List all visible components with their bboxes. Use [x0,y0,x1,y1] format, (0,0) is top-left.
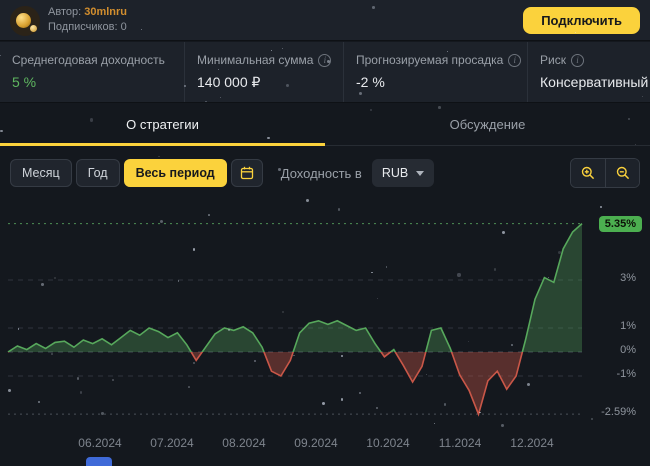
currency-value: RUB [381,166,409,180]
y-tick-label: 0% [620,344,636,356]
tab-discussion[interactable]: Обсуждение [325,103,650,145]
info-icon[interactable] [570,54,584,67]
y-tick-label: -1% [616,368,636,380]
currency-dropdown[interactable]: RUB [371,159,435,187]
zoom-group [570,158,640,188]
x-tick-label: 09.2024 [294,436,338,450]
x-tick-label: 10.2024 [366,436,410,450]
stat-avg-yield: Среднегодовая доходность 5 % [0,42,184,102]
stat-label-text: Прогнозируемая просадка [356,53,504,67]
author-line: Автор: 30mlnru [48,5,127,20]
stat-min-sum: Минимальная сумма 140 000 ₽ [184,42,343,102]
period-month-button[interactable]: Месяц [10,159,72,187]
zoom-out-button[interactable] [605,159,639,187]
y-tick-label: 1% [620,320,636,332]
subscribers-count: Подписчиков: 0 [48,21,127,33]
tabs: О стратегии Обсуждение [0,103,650,146]
connect-button[interactable]: Подключить [523,7,640,34]
calendar-button[interactable] [230,159,263,187]
author-label: Автор: [48,6,82,18]
period-all-button[interactable]: Весь период [123,159,227,187]
stat-label: Минимальная сумма [197,53,343,67]
strategy-page: Автор: 30mlnru Подписчиков: 0 Подключить… [0,0,650,466]
partial-bottom-element [86,457,112,466]
stat-value: 5 % [12,74,37,90]
x-tick-label: 07.2024 [150,436,194,450]
x-tick-label: 06.2024 [78,436,122,450]
chevron-down-icon [416,170,425,176]
performance-chart[interactable]: 5.35% 3% 1% 0% -1% -2.59% 06.2024 07.202… [0,196,650,464]
y-tick-label: 3% [620,272,636,284]
stats-bar: Среднегодовая доходность 5 % Минимальная… [0,42,650,103]
stat-drawdown: Прогнозируемая просадка -2 % [343,42,527,102]
calendar-icon [240,166,253,180]
stat-value: Консервативный [540,74,649,90]
stat-risk: Риск Консервативный [527,42,650,102]
tab-label: Обсуждение [449,117,526,132]
chart-controls: Месяц Год Весь период Доходность в RUB [10,158,640,188]
header: Автор: 30mlnru Подписчиков: 0 Подключить [0,0,650,41]
x-tick-label: 11.2024 [438,436,482,450]
coin-icon [16,13,31,28]
author-block: Автор: 30mlnru Подписчиков: 0 [48,5,127,35]
x-tick-label: 12.2024 [510,436,554,450]
coin-icon [30,25,37,32]
author-link[interactable]: 30mlnru [84,6,127,18]
stat-value: -2 % [356,74,385,90]
x-tick-label: 08.2024 [222,436,266,450]
stat-label-text: Риск [540,53,566,67]
stat-label: Риск [540,53,650,67]
stat-value: 140 000 ₽ [197,74,261,90]
chart-canvas [7,223,583,417]
stat-label: Прогнозируемая просадка [356,53,527,67]
y-max-badge: 5.35% [598,215,642,232]
info-icon[interactable] [318,54,332,67]
tab-label: О стратегии [126,117,199,132]
stat-label: Среднегодовая доходность [12,53,165,67]
info-icon[interactable] [508,54,522,67]
zoom-in-button[interactable] [571,159,605,187]
avatar[interactable] [10,6,40,36]
period-year-button[interactable]: Год [75,159,120,187]
tab-strategy[interactable]: О стратегии [0,103,325,146]
stat-label-text: Минимальная сумма [197,53,314,67]
y-min-label: -2.59% [601,406,636,419]
zoom-out-icon [616,166,629,180]
zoom-in-icon [581,166,595,180]
yield-in-label: Доходность в [280,165,362,181]
